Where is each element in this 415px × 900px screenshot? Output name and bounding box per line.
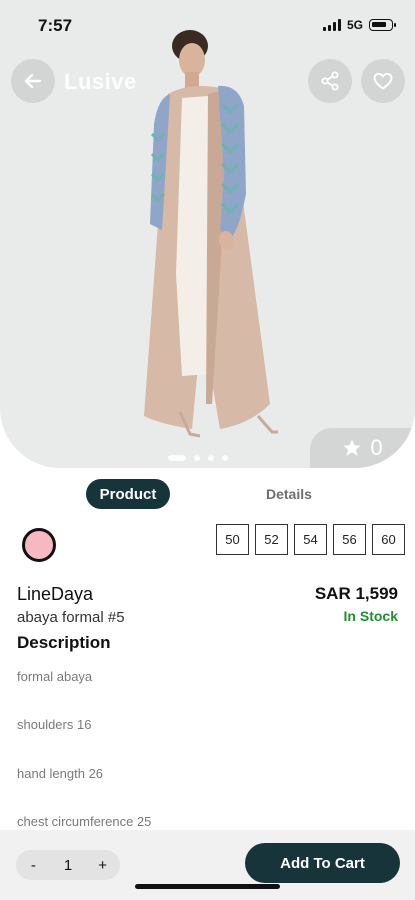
size-selector: 50 52 54 56 60	[216, 524, 415, 555]
pager-dot[interactable]	[194, 455, 200, 461]
description-heading: Description	[17, 633, 111, 652]
rating-count: 0	[370, 435, 383, 460]
battery-icon	[369, 19, 396, 31]
model-photo	[144, 30, 278, 438]
favorite-button[interactable]	[361, 59, 405, 103]
description-line: shoulders 16	[17, 717, 92, 732]
image-pager[interactable]	[168, 455, 228, 461]
share-button[interactable]	[308, 59, 352, 103]
tab-product[interactable]: Product	[86, 479, 170, 509]
pager-dot[interactable]	[222, 455, 228, 461]
signal-icon	[322, 19, 341, 31]
stock-status: In Stock	[343, 608, 398, 624]
status-icons: 5G	[322, 18, 396, 32]
heart-icon	[373, 72, 393, 90]
size-option[interactable]: 54	[294, 524, 327, 555]
description-line: formal abaya	[17, 669, 93, 684]
pager-dot[interactable]	[208, 455, 214, 461]
increase-quantity-button[interactable]: +	[96, 857, 110, 874]
product-image-area[interactable]: 7:57 5G Lusive 0	[0, 0, 415, 468]
decrease-quantity-button[interactable]: -	[26, 857, 40, 874]
description-line: hand length 26	[17, 766, 104, 781]
color-swatch[interactable]	[22, 528, 56, 562]
product-price: SAR 1,599	[314, 584, 398, 603]
product-name: abaya formal #5	[17, 609, 125, 626]
rating-badge: 0	[310, 428, 415, 468]
quantity-value: 1	[63, 856, 73, 874]
share-icon	[321, 71, 339, 91]
network-label: 5G	[346, 18, 363, 32]
size-option[interactable]: 60	[372, 524, 405, 555]
size-option[interactable]: 56	[333, 524, 366, 555]
status-time: 7:57	[38, 16, 73, 35]
product-brand: LineDaya	[17, 584, 94, 604]
size-option[interactable]: 50	[216, 524, 249, 555]
back-button[interactable]	[11, 59, 55, 103]
size-option[interactable]: 52	[255, 524, 288, 555]
arrow-left-icon	[24, 73, 42, 89]
pager-dot[interactable]	[168, 455, 186, 461]
quantity-stepper: - 1 +	[16, 850, 120, 880]
star-icon	[343, 439, 361, 456]
description-line: chest circumference 25	[17, 814, 152, 829]
tab-details[interactable]: Details	[266, 486, 312, 502]
add-to-cart-button[interactable]: Add To Cart	[245, 843, 400, 883]
home-indicator	[135, 884, 280, 889]
